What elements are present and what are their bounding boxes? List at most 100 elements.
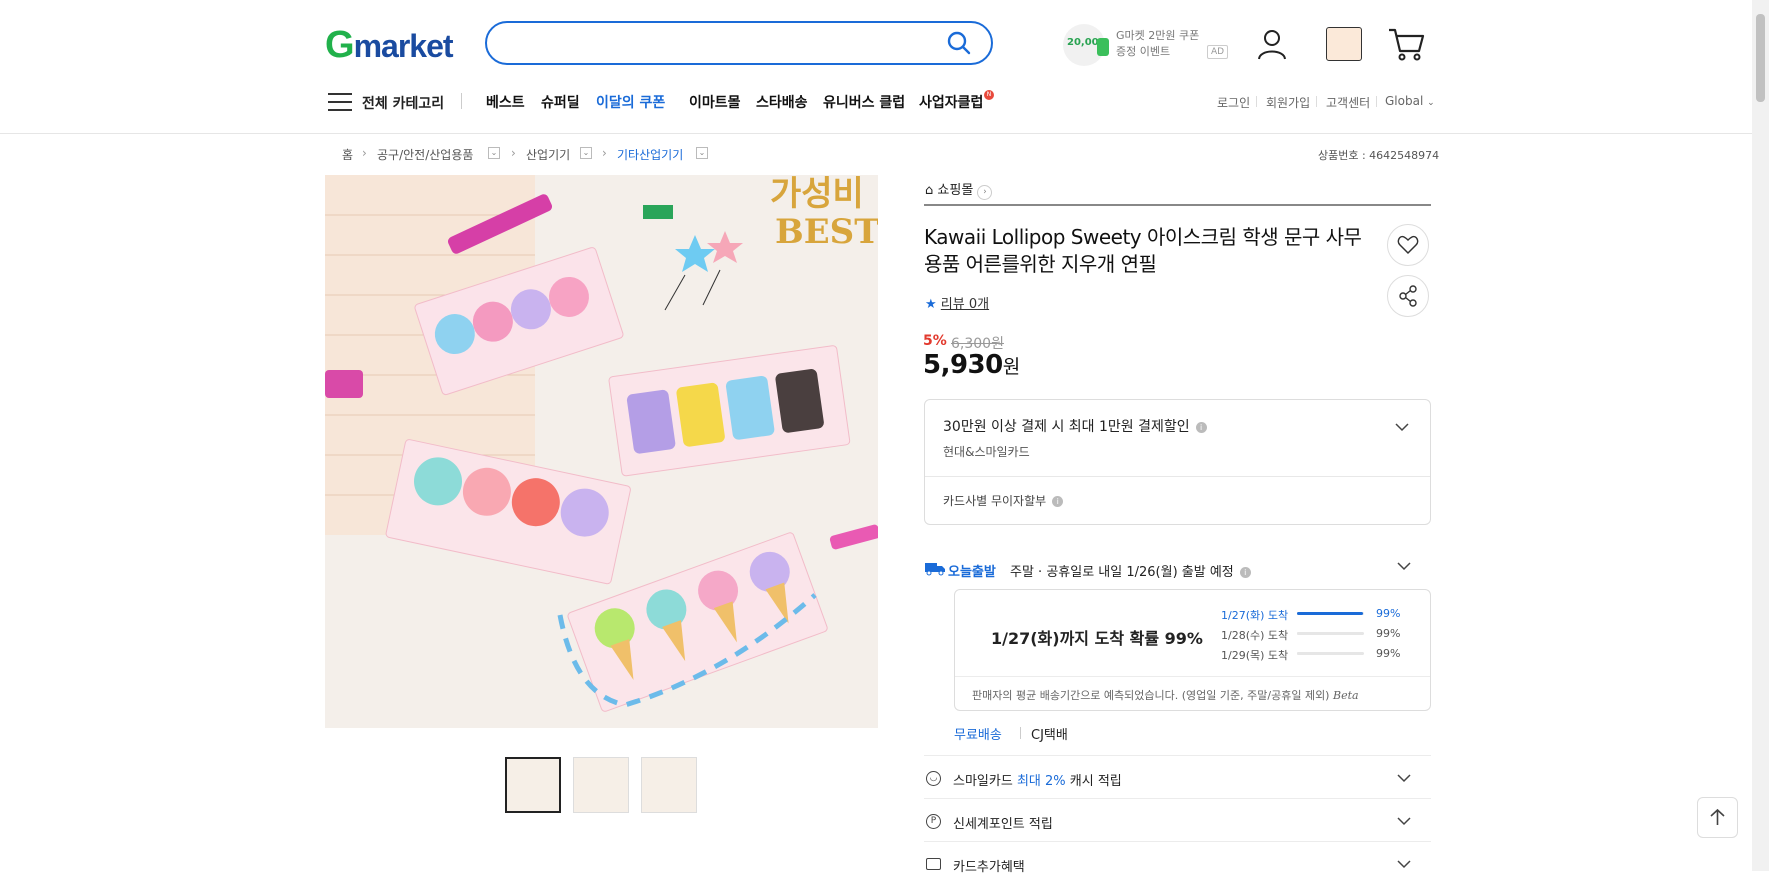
card-divider: [925, 476, 1430, 477]
chevron-right-icon: ›: [602, 146, 607, 160]
image-text-value: 가성비: [770, 175, 864, 214]
breadcrumb-dropdown-icon[interactable]: ⌄: [580, 147, 592, 159]
review-link[interactable]: ★ 리뷰 0개: [925, 293, 989, 312]
nav-star-delivery[interactable]: 스타배송: [756, 92, 808, 112]
probability-bar-3: [1297, 652, 1364, 655]
image-text-best: BEST: [775, 212, 878, 252]
shop-link[interactable]: ⌂ 쇼핑몰 ›: [925, 179, 993, 200]
signup-link[interactable]: 회원가입: [1266, 94, 1310, 111]
card-discount-title[interactable]: 30만원 이상 결제 시 최대 1만원 결제할인 i: [943, 416, 1207, 436]
nav-business-club[interactable]: 사업자클럽: [919, 92, 983, 112]
heart-icon: [1397, 235, 1419, 255]
probability-fill-3: [1297, 652, 1364, 655]
nav-best[interactable]: 베스트: [486, 92, 525, 112]
card-names: 현대&스마일카드: [943, 445, 1030, 459]
dispatch-schedule: 주말 · 공휴일로 내일 1/26(월) 출발 예정 i: [1010, 561, 1251, 580]
recent-viewed-icon[interactable]: [1326, 27, 1362, 61]
star-icon: ★: [925, 297, 937, 312]
installment-info[interactable]: 카드사별 무이자할부 i: [943, 492, 1064, 509]
share-button[interactable]: [1387, 275, 1429, 317]
global-link[interactable]: Global ⌄: [1385, 94, 1435, 108]
product-thumbnail-2[interactable]: [573, 757, 629, 813]
login-link[interactable]: 로그인: [1217, 94, 1250, 111]
product-title: Kawaii Lollipop Sweety 아이스크림 학생 문구 사무용품 …: [924, 225, 1362, 276]
promo-toggle-icon: [1097, 38, 1109, 56]
shop-divider: [924, 204, 1431, 206]
breadcrumb-category-3[interactable]: 기타산업기기: [617, 146, 683, 163]
nav-monthly-coupon[interactable]: 이달의 쿠폰: [596, 92, 665, 112]
promo-text[interactable]: G마켓 2만원 쿠폰 증정 이벤트: [1116, 28, 1206, 60]
ad-badge: AD: [1207, 45, 1229, 59]
truck-icon: [925, 563, 945, 576]
search-icon[interactable]: [946, 30, 972, 56]
scrollbar[interactable]: [1752, 0, 1769, 871]
benefits-divider: [924, 841, 1431, 842]
sale-price: 5,930원: [923, 350, 1020, 380]
nav-divider: [461, 93, 462, 109]
nav-universe-club[interactable]: 유니버스 클럽: [823, 92, 905, 112]
smilecard-cashback[interactable]: 스마일카드 최대 2% 캐시 적립: [953, 770, 1122, 789]
delivery-note: 판매자의 평균 배송기간으로 예측되었습니다. (영업일 기준, 주말/공휴일 …: [972, 689, 1359, 702]
product-number: 상품번호 : 4642548974: [1318, 149, 1440, 162]
all-category-button[interactable]: 전체 카테고리: [362, 93, 444, 113]
chevron-down-icon[interactable]: [1397, 857, 1411, 871]
point-icon: P: [926, 814, 941, 829]
breadcrumb-category-2[interactable]: 산업기기: [526, 146, 570, 163]
chevron-down-icon[interactable]: [1395, 420, 1409, 434]
arrow-up-icon: [1710, 808, 1725, 825]
courier-name: CJ택배: [1031, 728, 1068, 743]
new-badge: N: [984, 90, 994, 100]
shinsegae-point[interactable]: 신세계포인트 적립: [953, 813, 1053, 832]
benefits-divider: [924, 798, 1431, 799]
user-icon[interactable]: [1256, 28, 1288, 60]
breadcrumb-category-1[interactable]: 공구/안전/산업용품: [377, 146, 473, 163]
courier-separator: [1020, 727, 1021, 739]
chevron-right-icon: ›: [977, 185, 993, 200]
scrollbar-thumb[interactable]: [1756, 14, 1765, 102]
probability-fill-1: [1297, 612, 1364, 615]
probability-bar-1: [1297, 612, 1364, 615]
gmarket-logo[interactable]: Gmarket: [325, 26, 454, 65]
benefits-divider: [924, 755, 1431, 756]
breadcrumb-home[interactable]: 홈: [342, 146, 353, 163]
card-icon: [926, 858, 941, 870]
probability-pct-2: 99%: [1376, 627, 1401, 640]
chevron-right-icon: ›: [511, 146, 516, 160]
today-dispatch-label: 오늘출발: [948, 565, 996, 580]
smile-icon: ◡: [926, 771, 941, 786]
delivery-note-divider: [955, 676, 1430, 677]
chevron-right-icon: ›: [362, 146, 367, 160]
nav-superdeal[interactable]: 슈퍼딜: [541, 92, 580, 112]
arrival-date-2: 1/28(수) 도착: [1221, 629, 1289, 642]
header-divider: [0, 133, 1752, 134]
nav-emart-mall[interactable]: 이마트몰: [689, 92, 741, 112]
breadcrumb-dropdown-icon[interactable]: ⌄: [488, 147, 500, 159]
chevron-down-icon[interactable]: [1397, 814, 1411, 828]
util-separator: [1376, 96, 1377, 107]
search-input[interactable]: [485, 21, 993, 65]
cart-icon[interactable]: [1387, 26, 1425, 62]
product-thumbnail-1[interactable]: [505, 757, 561, 813]
probability-bar-2: [1297, 632, 1364, 635]
chevron-down-icon[interactable]: [1397, 559, 1411, 573]
product-main-image[interactable]: 가성비 BEST: [325, 175, 878, 728]
product-illustration: 가성비 BEST: [325, 175, 878, 728]
chevron-down-icon[interactable]: [1397, 771, 1411, 785]
product-thumbnail-3[interactable]: [641, 757, 697, 813]
arrival-date-1: 1/27(화) 도착: [1221, 609, 1289, 622]
breadcrumb-dropdown-icon[interactable]: ⌄: [696, 147, 708, 159]
menu-icon[interactable]: [328, 92, 352, 112]
scroll-top-button[interactable]: [1697, 797, 1738, 838]
info-icon[interactable]: i: [1239, 567, 1251, 578]
arrival-date-3: 1/29(목) 도착: [1221, 649, 1289, 662]
info-icon[interactable]: i: [1195, 421, 1207, 433]
wishlist-button[interactable]: [1387, 224, 1429, 266]
probability-pct-1: 99%: [1376, 607, 1401, 620]
util-separator: [1256, 96, 1257, 107]
home-icon: ⌂: [925, 183, 934, 198]
card-extra-benefit[interactable]: 카드추가혜택: [953, 856, 1025, 875]
share-icon: [1399, 285, 1417, 307]
info-icon[interactable]: i: [1052, 496, 1064, 507]
customer-center-link[interactable]: 고객센터: [1326, 94, 1370, 111]
chevron-down-icon: ⌄: [1427, 98, 1435, 108]
